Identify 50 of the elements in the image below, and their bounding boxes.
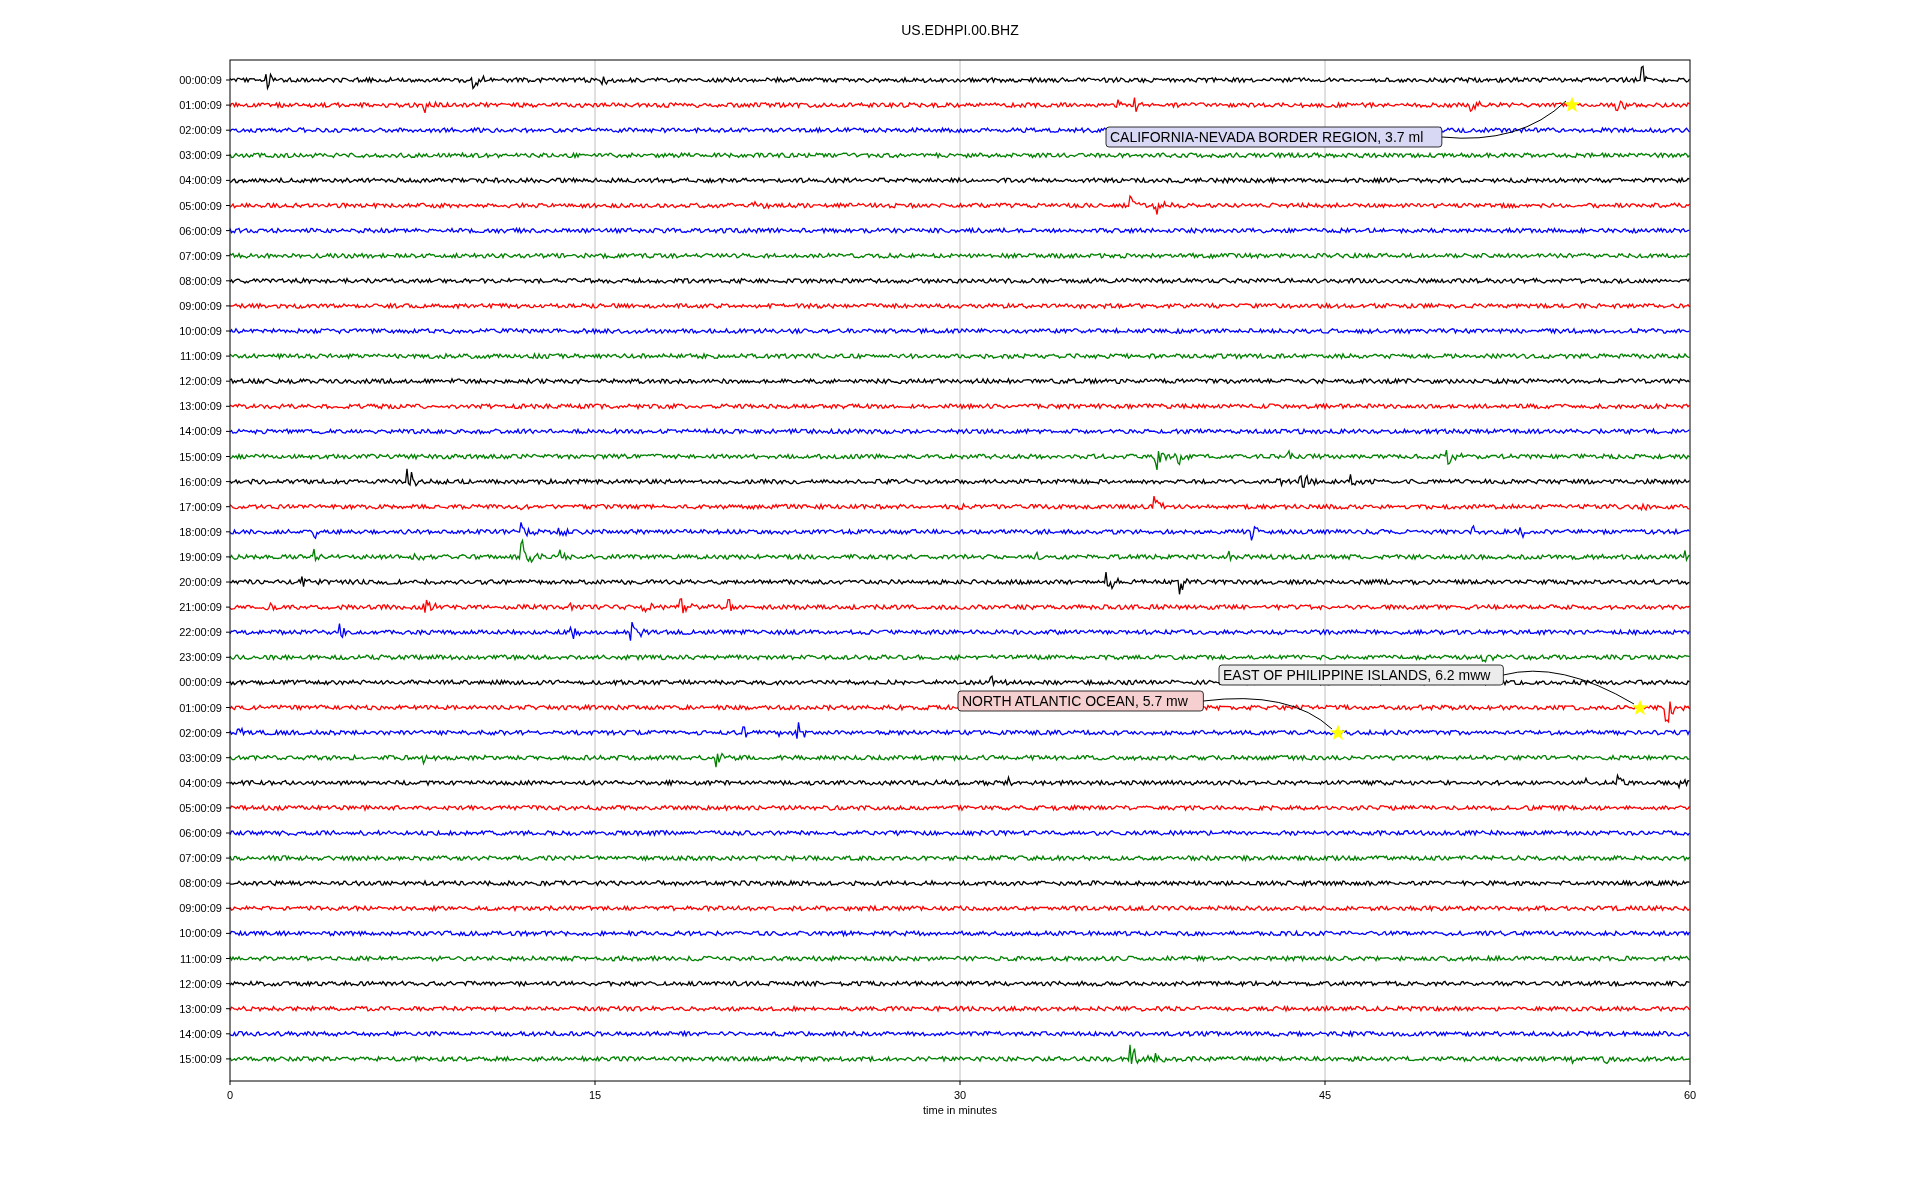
time-label: 09:00:09 — [179, 902, 222, 915]
time-label: 16:00:09 — [179, 475, 222, 488]
time-label: 20:00:09 — [179, 576, 222, 588]
time-label: 01:00:09 — [179, 99, 222, 112]
time-label: 01:00:09 — [179, 701, 222, 714]
time-label: 06:00:09 — [179, 224, 222, 237]
time-label: 23:00:09 — [179, 651, 222, 664]
time-label: 02:00:09 — [179, 124, 222, 137]
time-label: 14:00:09 — [179, 1027, 222, 1040]
time-label: 07:00:09 — [179, 852, 222, 865]
time-label: 12:00:09 — [179, 977, 222, 990]
time-label: 06:00:09 — [179, 827, 222, 839]
event-label: EAST OF PHILIPPINE ISLANDS, 6.2 mww — [1218, 664, 1504, 686]
time-label: 17:00:09 — [179, 500, 222, 513]
time-label: 08:00:09 — [179, 274, 222, 287]
time-label: 13:00:09 — [179, 1002, 222, 1015]
time-label: 04:00:09 — [179, 776, 222, 789]
plot-title: US.EDHPI.00.BHZ — [901, 22, 1019, 38]
time-label: 13:00:09 — [179, 400, 222, 413]
time-label: 04:00:09 — [179, 174, 222, 187]
time-label: 11:00:09 — [180, 350, 222, 363]
time-label: 21:00:09 — [179, 601, 222, 614]
tick-label: 0 — [226, 1089, 234, 1101]
time-label: 19:00:09 — [179, 550, 222, 563]
time-label: 07:00:09 — [179, 249, 222, 262]
time-label: 05:00:09 — [179, 199, 222, 212]
time-label: 09:00:09 — [179, 299, 222, 312]
time-label: 11:00:09 — [180, 952, 222, 965]
time-label: 03:00:09 — [179, 751, 222, 764]
time-label: 22:00:09 — [179, 626, 222, 639]
time-label: 14:00:09 — [179, 425, 222, 438]
time-label: 00:00:09 — [179, 74, 222, 86]
time-label: 12:00:09 — [179, 375, 222, 388]
event-label: NORTH ATLANTIC OCEAN, 5.7 mw — [957, 690, 1204, 712]
tick-label: 45 — [1318, 1089, 1332, 1101]
time-label: 08:00:09 — [179, 877, 222, 890]
time-label: 10:00:09 — [179, 325, 222, 337]
time-label: 15:00:09 — [179, 450, 222, 463]
time-label: 03:00:09 — [179, 149, 222, 162]
time-label: 15:00:09 — [179, 1052, 222, 1065]
time-label: 18:00:09 — [179, 525, 222, 538]
tick-label: 60 — [1683, 1089, 1697, 1101]
axis-label: time in minutes — [923, 1104, 997, 1116]
time-label: 10:00:09 — [179, 927, 222, 940]
time-label: 05:00:09 — [179, 801, 222, 814]
event-label: CALIFORNIA-NEVADA BORDER REGION, 3.7 ml — [1105, 126, 1443, 148]
time-label: 02:00:09 — [179, 726, 222, 739]
tick-label: 30 — [953, 1089, 967, 1101]
tick-label: 15 — [588, 1089, 602, 1101]
time-label: 00:00:09 — [179, 676, 222, 689]
